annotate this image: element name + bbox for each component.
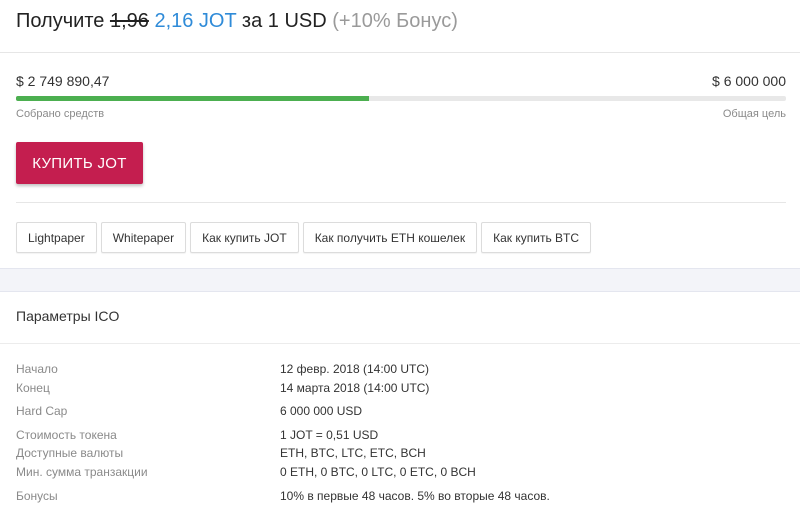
divider: [16, 202, 786, 203]
param-value: 1 JOT = 0,51 USD: [280, 428, 379, 442]
param-key: Начало: [16, 362, 58, 376]
param-value: 12 февр. 2018 (14:00 UTC): [280, 362, 429, 376]
param-key: Бонусы: [16, 489, 58, 503]
funding-progress-fill: [16, 96, 369, 101]
divider: [0, 52, 800, 53]
headline-suffix: за 1 USD: [241, 10, 327, 32]
param-value: 10% в первые 48 часов. 5% во вторые 48 ч…: [280, 489, 550, 503]
how-to-buy-btc-button[interactable]: Как купить BTC: [481, 222, 592, 253]
param-value: 14 марта 2018 (14:00 UTC): [280, 381, 430, 395]
param-value: 6 000 000 USD: [280, 404, 363, 418]
ico-params-title: Параметры ICO: [16, 308, 120, 324]
get-eth-wallet-button[interactable]: Как получить ETH кошелек: [302, 222, 478, 253]
buy-jot-button[interactable]: КУПИТЬ JOT: [16, 142, 143, 184]
how-to-buy-jot-button[interactable]: Как купить JOT: [190, 222, 299, 253]
bonus-text: (+10% Бонус): [332, 10, 458, 32]
divider: [0, 343, 800, 344]
param-key: Hard Cap: [16, 404, 68, 418]
headline-prefix: Получите: [16, 10, 105, 32]
param-value: 0 ETH, 0 BTC, 0 LTC, 0 ETC, 0 BCH: [280, 465, 476, 479]
old-rate: 1,96: [109, 10, 149, 32]
param-key: Стоимость токена: [16, 428, 117, 442]
info-links: Lightpaper Whitepaper Как купить JOT Как…: [16, 222, 592, 253]
param-value: ETH, BTC, LTC, ETC, BCH: [280, 446, 426, 460]
section-separator: [0, 268, 800, 292]
whitepaper-button[interactable]: Whitepaper: [100, 222, 187, 253]
goal-amount: $ 6 000 000: [712, 73, 786, 89]
param-key: Мин. сумма транзакции: [16, 465, 148, 479]
lightpaper-button[interactable]: Lightpaper: [16, 222, 97, 253]
rate-headline: Получите 1,96 2,16 JOT за 1 USD (+10% Бо…: [16, 10, 458, 33]
goal-caption: Общая цель: [722, 108, 786, 120]
raised-caption: Собрано средств: [16, 108, 105, 120]
sale-panel: Получите 1,96 2,16 JOT за 1 USD (+10% Бо…: [0, 0, 800, 268]
new-rate: 2,16 JOT: [154, 10, 237, 32]
funding-progress-bar: [16, 96, 786, 101]
param-key: Доступные валюты: [16, 446, 124, 460]
raised-amount: $ 2 749 890,47: [16, 73, 110, 89]
param-key: Конец: [16, 381, 50, 395]
